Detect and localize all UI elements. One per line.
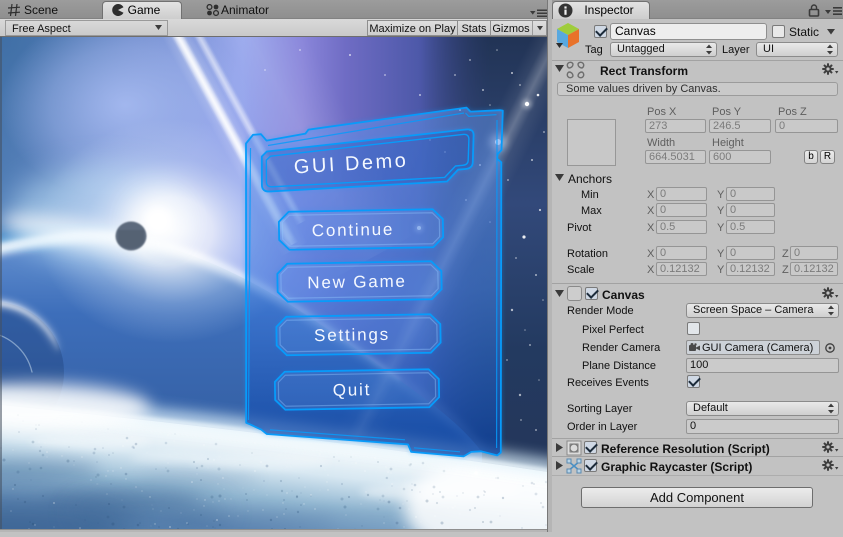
svg-text:New Game: New Game: [307, 272, 407, 293]
svg-text:Settings: Settings: [314, 325, 390, 345]
svg-text:Quit: Quit: [333, 380, 372, 400]
svg-text:Continue: Continue: [312, 220, 395, 240]
